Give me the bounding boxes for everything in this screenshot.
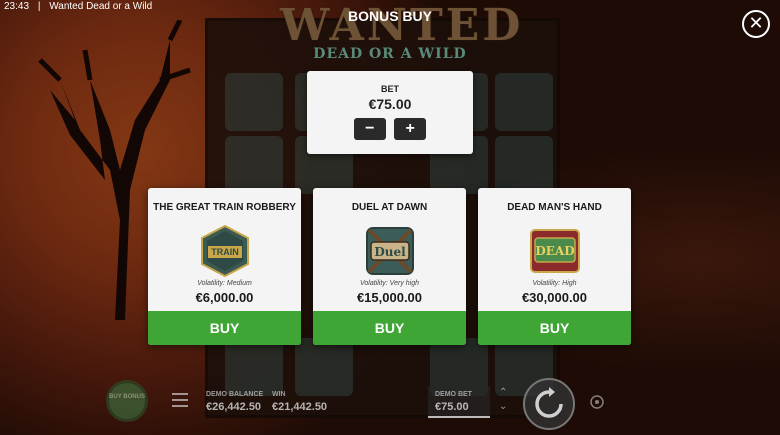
bet-panel: BET €75.00 − + [307,71,473,154]
win-label: WIN [272,391,286,398]
card-icon-text: DEAD [535,244,574,258]
card-price: €6,000.00 [195,290,254,305]
card-title: DEAD MAN'S HAND [507,202,602,213]
menu-icon[interactable] [172,393,188,407]
demo-bet-label: DEMO BET [435,391,472,398]
card-icon-text: Duel [374,245,406,259]
card-price: €30,000.00 [521,290,588,305]
demo-balance-label: DEMO BALANCE [206,391,264,398]
card-volatility: Volatility: Medium [197,280,252,287]
bonus-card-duel-at-dawn: DUEL AT DAWN Duel Volatility: Very high … [313,188,466,345]
train-robbery-icon: TRAIN [198,224,252,278]
card-price: €15,000.00 [356,290,423,305]
bottom-bar: BUY BONUS DEMO BALANCE €26,442.50 WIN €2… [0,370,780,435]
buy-button[interactable]: BUY [478,311,631,345]
spin-icon [535,387,563,418]
bonus-card-dead-mans-hand: DEAD MAN'S HAND DEAD Volatility: High €3… [478,188,631,345]
buy-button[interactable]: BUY [313,311,466,345]
demo-balance-value: €26,442.50 [206,401,262,413]
bet-arrows[interactable]: ⌃ ⌄ [499,386,507,414]
demo-bet-display: DEMO BET €75.00 [428,386,490,418]
close-icon: ✕ [748,13,764,33]
bet-value: €75.00 [368,96,412,112]
autoplay-icon[interactable] [589,394,605,410]
spin-button[interactable] [523,378,575,430]
bonus-buy-title: BONUS BUY [347,8,432,24]
dead-mans-hand-icon: DEAD [528,224,582,278]
buy-bonus-button[interactable]: BUY BONUS [106,380,148,422]
decrease-bet-button[interactable]: − [353,118,386,140]
buy-button[interactable]: BUY [148,311,301,345]
card-title: THE GREAT TRAIN ROBBERY [153,202,296,213]
demo-bet-value: €75.00 [435,401,469,413]
close-button[interactable]: ✕ [742,10,770,38]
card-volatility: Volatility: Very high [359,280,419,287]
bonus-card-train-robbery: THE GREAT TRAIN ROBBERY TRAIN Volatility… [148,188,301,345]
chevron-down-icon[interactable]: ⌄ [499,400,507,414]
increase-bet-button[interactable]: + [394,118,427,140]
bet-label: BET [381,84,399,94]
card-icon-text: TRAIN [211,247,239,257]
win-value: €21,442.50 [272,401,328,413]
card-title: DUEL AT DAWN [351,202,428,213]
chevron-up-icon[interactable]: ⌃ [499,386,507,400]
card-volatility: Volatility: High [532,280,577,287]
duel-icon: Duel [363,224,417,278]
